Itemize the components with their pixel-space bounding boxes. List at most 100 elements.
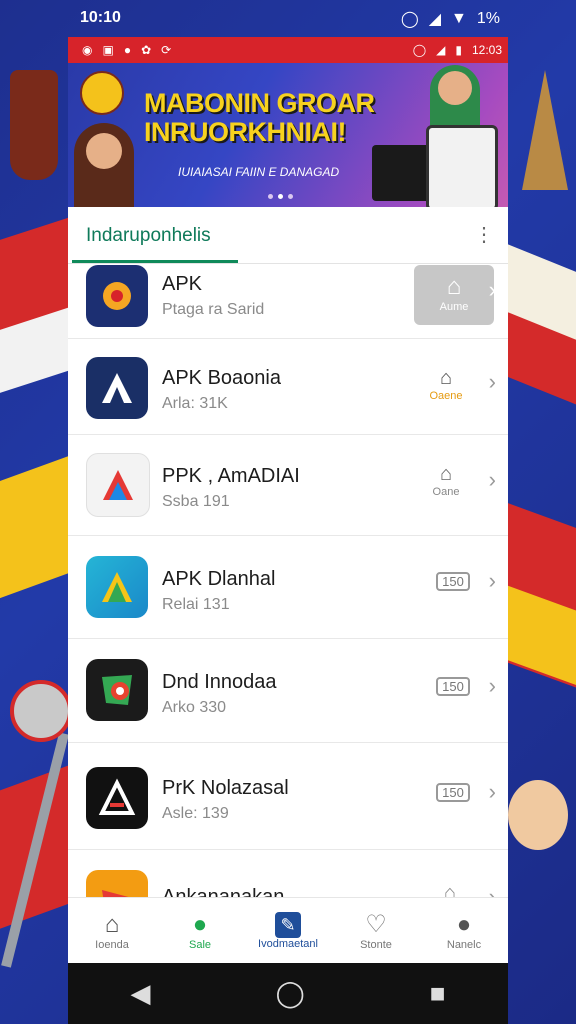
inner-status-time: 12:03 <box>471 43 502 57</box>
size-label: 150 <box>442 785 464 800</box>
signal-icon: ◢ <box>428 11 442 28</box>
notification-icon: ◉ <box>82 43 93 57</box>
tab-bar: Indaruponhelis ⋮ <box>68 207 508 264</box>
carousel-dot <box>268 194 273 199</box>
banner-subline: IUIAIASAI FAIIN E DANAGAD <box>178 165 340 179</box>
app-icon <box>86 659 148 721</box>
list-item[interactable]: PrK Nolazasal Asle: 139 150 › <box>68 743 508 850</box>
tablet-illustration <box>426 125 498 207</box>
battery-icon: ▮ <box>455 43 462 57</box>
app-icon <box>86 357 148 419</box>
app-title: PPK , AmADIAI <box>162 465 300 487</box>
tab-indicator <box>72 260 238 263</box>
install-button[interactable]: ⌂ Aume <box>414 265 494 325</box>
app-title: Dnd Innodaa <box>162 671 277 693</box>
install-button[interactable]: ⌂ Oaene <box>420 367 472 402</box>
person-icon: ● <box>456 911 472 938</box>
list-item[interactable]: APK Boaonia Arla: 31K ⌂ Oaene › <box>68 339 508 435</box>
nav-label: Ioenda <box>95 939 129 951</box>
signal-icon: ◢ <box>436 43 446 57</box>
size-badge[interactable]: 150 <box>436 572 470 591</box>
person-illustration <box>74 123 134 207</box>
heart-icon: ♡ <box>365 911 387 938</box>
chevron-right-icon: › <box>488 277 496 302</box>
alarm-icon: ◯ <box>412 43 427 57</box>
doll-ornament <box>508 780 568 850</box>
ball-ornament <box>10 680 72 742</box>
app-title: PrK Nolazasal <box>162 777 289 799</box>
home-icon: ⌂ <box>439 463 453 485</box>
size-label: 150 <box>442 679 464 694</box>
nav-label: Stonte <box>360 939 392 951</box>
app-title: APK Boaonia <box>162 367 281 389</box>
edit-icon: ✎ <box>275 912 301 938</box>
status-time: 10:10 <box>80 9 121 26</box>
tab-active[interactable]: Indaruponhelis <box>86 225 211 247</box>
size-label: 150 <box>442 574 464 589</box>
inner-status-bar: ◉ ▣ ● ✿ ⟳ ◯ ◢ ▮ 12:03 <box>68 37 508 63</box>
install-button[interactable]: ⌂ Oane <box>420 463 472 498</box>
size-badge[interactable]: 150 <box>436 783 470 802</box>
home-icon: ⌂ <box>446 273 462 300</box>
chevron-right-icon: › <box>488 568 496 593</box>
nav-label: Sale <box>188 939 212 951</box>
app-title: APK <box>162 273 203 295</box>
recents-icon[interactable]: ■ <box>430 978 446 1009</box>
app-icon <box>86 767 148 829</box>
banner-headline: MABONIN GROAR INRUORKHNIAI! <box>144 88 375 147</box>
nav-favorites[interactable]: ♡ Stonte <box>332 898 420 964</box>
emblem-icon <box>80 71 124 115</box>
chat-icon: ● <box>192 911 208 938</box>
app-subtitle: Ptaga ra Sarid <box>162 301 265 318</box>
mic-icon: ✿ <box>141 43 152 57</box>
carousel-dot-active <box>278 194 283 199</box>
alarm-icon: ◯ <box>400 11 419 28</box>
chevron-right-icon: › <box>488 779 496 804</box>
home-icon: ⌂ <box>439 367 453 389</box>
record-icon: ● <box>123 43 132 57</box>
nav-label: Ivodmaetanl <box>258 938 318 950</box>
carousel-dot <box>288 194 293 199</box>
chevron-right-icon: › <box>488 673 496 698</box>
install-label: Oaene <box>429 390 463 402</box>
app-subtitle: Arla: 31K <box>162 395 228 412</box>
wifi-icon: ▼ <box>451 10 467 27</box>
app-window: ◉ ▣ ● ✿ ⟳ ◯ ◢ ▮ 12:03 MABONIN GROAR INRU… <box>68 37 508 1024</box>
back-icon[interactable]: ◀ <box>131 978 151 1009</box>
home-icon: ⌂ <box>104 911 120 938</box>
crown-ornament <box>10 70 58 180</box>
app-subtitle: Asle: 139 <box>162 805 229 822</box>
list-item[interactable]: PPK , AmADIAI Ssba 191 ⌂ Oane › <box>68 435 508 536</box>
carousel-indicator <box>268 194 293 199</box>
app-subtitle: Relai 131 <box>162 596 230 613</box>
nav-profile[interactable]: ● Nanelc <box>420 898 508 964</box>
sim-icon: ▣ <box>102 43 114 57</box>
nav-edit[interactable]: ✎ Ivodmaetanl <box>244 898 332 964</box>
list-item[interactable]: Dnd Innodaa Arko 330 150 › <box>68 639 508 743</box>
app-title: APK Dlanhal <box>162 568 276 590</box>
size-badge[interactable]: 150 <box>436 677 470 696</box>
bottom-navigation: ⌂ Ioenda ● Sale ✎ Ivodmaetanl ♡ Stonte ●… <box>68 897 508 964</box>
chevron-right-icon: › <box>488 467 496 492</box>
status-bar: 10:10 ◯ ◢ ▼ 1% <box>0 0 576 36</box>
battery-level: 1% <box>476 10 500 27</box>
more-options-icon[interactable]: ⋮ <box>474 225 494 245</box>
chevron-right-icon: › <box>488 369 496 394</box>
install-label: Oane <box>432 486 460 498</box>
app-subtitle: Arko 330 <box>162 699 227 716</box>
app-icon <box>86 453 150 517</box>
status-icons: ◯ ◢ ▼ 1% <box>401 9 500 29</box>
app-list: APK Ptaga ra Sarid ⌂ Aume › APK Boaonia … <box>68 265 508 932</box>
nav-home[interactable]: ⌂ Ioenda <box>68 898 156 964</box>
app-icon <box>86 556 148 618</box>
nav-chat[interactable]: ● Sale <box>156 898 244 964</box>
list-item[interactable]: APK Ptaga ra Sarid ⌂ Aume › <box>68 265 508 339</box>
system-navigation: ◀ ◯ ■ <box>68 963 508 1024</box>
list-item[interactable]: APK Dlanhal Relai 131 150 › <box>68 536 508 639</box>
app-icon <box>86 265 148 327</box>
nav-label: Nanelc <box>446 939 482 951</box>
install-label: Aume <box>439 301 469 313</box>
sync-icon: ⟳ <box>161 43 172 57</box>
promo-banner[interactable]: MABONIN GROAR INRUORKHNIAI! IUIAIASAI FA… <box>68 63 508 207</box>
home-circle-icon[interactable]: ◯ <box>276 978 305 1009</box>
